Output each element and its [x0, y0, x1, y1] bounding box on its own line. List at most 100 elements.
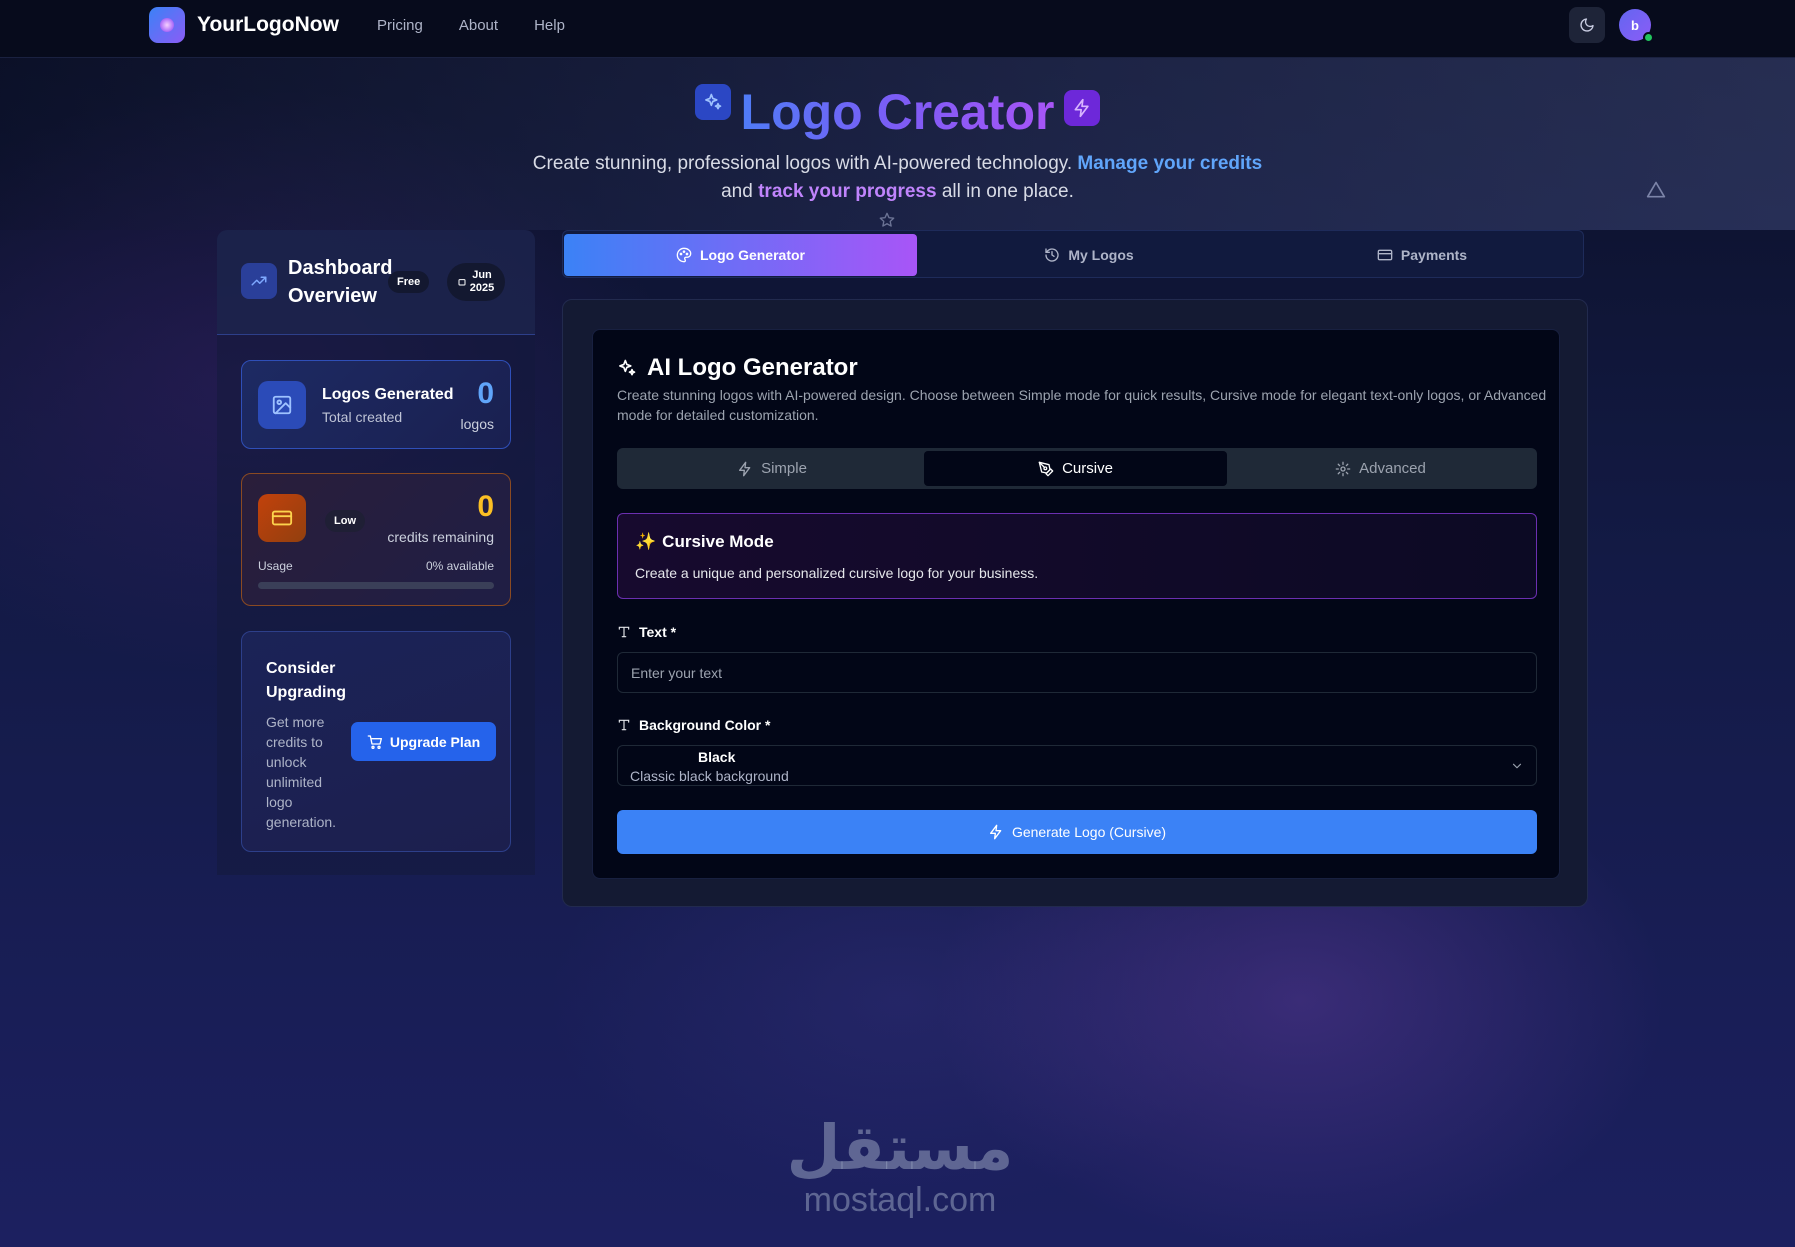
- text-label: Text *: [639, 624, 677, 640]
- pen-tool-icon: [1038, 461, 1054, 476]
- hero-subtitle: Create stunning, professional logos with…: [500, 150, 1295, 206]
- logos-unit: logos: [460, 416, 494, 432]
- usage-available: 0% available: [425, 559, 494, 573]
- credits-card: Low 0 credits remaining Usage 0% availab…: [241, 473, 511, 606]
- logos-card-title: Logos Generated: [322, 386, 454, 403]
- tab-label-payments: Payments: [1400, 247, 1468, 263]
- brand[interactable]: YourLogoNow: [149, 7, 339, 43]
- cart-icon: [367, 734, 382, 749]
- logos-generated-card: Logos Generated Total created 0 logos: [241, 360, 511, 449]
- page-title: Logo Creator: [740, 84, 1055, 140]
- mode-label-advanced: Advanced: [1359, 460, 1426, 477]
- nav-link-pricing[interactable]: Pricing: [377, 17, 423, 34]
- mode-label-simple: Simple: [761, 460, 807, 477]
- logos-count: 0: [477, 377, 494, 410]
- avatar-initial: b: [1631, 17, 1639, 33]
- text-input[interactable]: [617, 652, 1537, 693]
- mode-tab-advanced[interactable]: Advanced: [1227, 451, 1534, 486]
- mostaql-watermark: مستقل mostaql.com: [760, 1111, 1040, 1220]
- generator-panel: AI Logo Generator Create stunning logos …: [562, 299, 1588, 907]
- cursive-mode-info: ✨ Cursive Mode Create a unique and perso…: [617, 513, 1537, 599]
- tab-my-logos[interactable]: My Logos: [917, 234, 1261, 276]
- generate-button-label: Generate Logo (Cursive): [1011, 824, 1167, 840]
- generate-logo-button[interactable]: Generate Logo (Cursive): [617, 810, 1537, 854]
- payment-card-icon: [1377, 249, 1393, 261]
- subtitle-text-2: and: [721, 181, 753, 202]
- background-field-label: Background Color *: [617, 717, 770, 733]
- lightning-icon: [989, 824, 1002, 840]
- text-field-label: Text *: [617, 624, 676, 640]
- usage-progress-bar: [258, 582, 494, 589]
- sparkles-icon: [694, 84, 731, 120]
- sparkles-icon: [619, 359, 636, 376]
- low-credits-badge: Low: [325, 510, 365, 532]
- mode-tabs: Simple Cursive Advanced: [617, 448, 1537, 489]
- lightning-icon: [739, 461, 751, 476]
- lightning-icon: [1064, 90, 1101, 126]
- tab-payments[interactable]: Payments: [1261, 234, 1583, 276]
- online-status-dot: [1643, 32, 1654, 43]
- triangle-icon: [1646, 181, 1666, 198]
- credits-unit: credits remaining: [387, 529, 494, 545]
- date-month: Jun: [472, 269, 492, 281]
- upgrade-description: Get more credits to unlock unlimited log…: [266, 714, 337, 830]
- hero-section: Logo Creator Create stunning, profession…: [0, 58, 1795, 230]
- tab-logo-generator[interactable]: Logo Generator: [564, 234, 917, 276]
- subtitle-text-1: Create stunning, professional logos with…: [532, 153, 1073, 174]
- date-badge: Jun 2025: [447, 263, 505, 301]
- image-icon: [258, 381, 306, 429]
- background-color-select[interactable]: Black Classic black background: [617, 745, 1537, 786]
- mode-tab-cursive[interactable]: Cursive: [924, 451, 1227, 486]
- mode-panel-description: Create a unique and personalized cursive…: [635, 565, 1039, 581]
- manage-credits-link[interactable]: Manage your credits: [1077, 153, 1262, 174]
- selected-color-name: Black: [698, 749, 736, 765]
- sparkle-emoji-icon: ✨: [635, 532, 657, 551]
- watermark-latin: mostaql.com: [803, 1181, 997, 1219]
- brand-logo-icon: [149, 7, 185, 43]
- track-progress-link[interactable]: track your progress: [758, 181, 936, 202]
- dashboard-sidebar: Dashboard Overview Free Jun 2025 Logos G…: [217, 230, 535, 875]
- background-label: Background Color *: [639, 717, 771, 733]
- main-tabs: Logo Generator My Logos Payments: [562, 230, 1584, 278]
- credits-count: 0: [477, 490, 494, 523]
- generator-description: Create stunning logos with AI-powered de…: [617, 387, 1547, 423]
- generator-card: AI Logo Generator Create stunning logos …: [592, 329, 1560, 879]
- brand-name: YourLogoNow: [197, 13, 339, 36]
- nav-link-help[interactable]: Help: [534, 17, 565, 34]
- chevron-down-icon: [1512, 763, 1522, 769]
- type-icon: [618, 719, 630, 731]
- dashboard-header: Dashboard Overview Free Jun 2025: [217, 230, 535, 335]
- usage-label: Usage: [258, 559, 293, 573]
- gear-icon: [1335, 461, 1351, 476]
- upgrade-button-label: Upgrade Plan: [389, 733, 481, 750]
- upgrade-card: Consider Upgrading Get more credits to u…: [241, 631, 511, 852]
- theme-toggle-button[interactable]: [1569, 7, 1605, 43]
- history-icon: [1045, 248, 1059, 262]
- trending-up-icon: [241, 263, 277, 299]
- date-year: 2025: [469, 282, 495, 294]
- mode-panel-title: Cursive Mode: [662, 532, 774, 551]
- top-navbar: YourLogoNow Pricing About Help b: [0, 0, 1795, 58]
- plan-badge: Free: [388, 271, 430, 293]
- mode-tab-simple[interactable]: Simple: [620, 451, 924, 486]
- user-avatar[interactable]: b: [1619, 9, 1654, 43]
- mode-label-cursive: Cursive: [1062, 460, 1113, 477]
- upgrade-plan-button[interactable]: Upgrade Plan: [351, 722, 496, 761]
- dashboard-title: Dashboard Overview: [288, 257, 393, 307]
- tab-label-logo-generator: Logo Generator: [699, 247, 805, 263]
- nav-link-about[interactable]: About: [459, 17, 498, 34]
- subtitle-text-3: all in one place.: [941, 181, 1074, 202]
- upgrade-title: Consider Upgrading: [266, 660, 346, 701]
- watermark-arabic: مستقل: [786, 1111, 1014, 1184]
- tab-label-my-logos: My Logos: [1068, 247, 1134, 263]
- palette-icon: [676, 247, 692, 263]
- generator-title: AI Logo Generator: [647, 354, 858, 381]
- calendar-icon: [458, 279, 466, 286]
- star-icon: [879, 212, 895, 227]
- logos-card-subtitle: Total created: [322, 409, 403, 425]
- credit-card-icon: [258, 494, 306, 542]
- nav-links: Pricing About Help: [377, 17, 565, 34]
- selected-color-description: Classic black background: [630, 768, 789, 784]
- moon-icon: [1580, 18, 1594, 32]
- type-icon: [618, 626, 630, 638]
